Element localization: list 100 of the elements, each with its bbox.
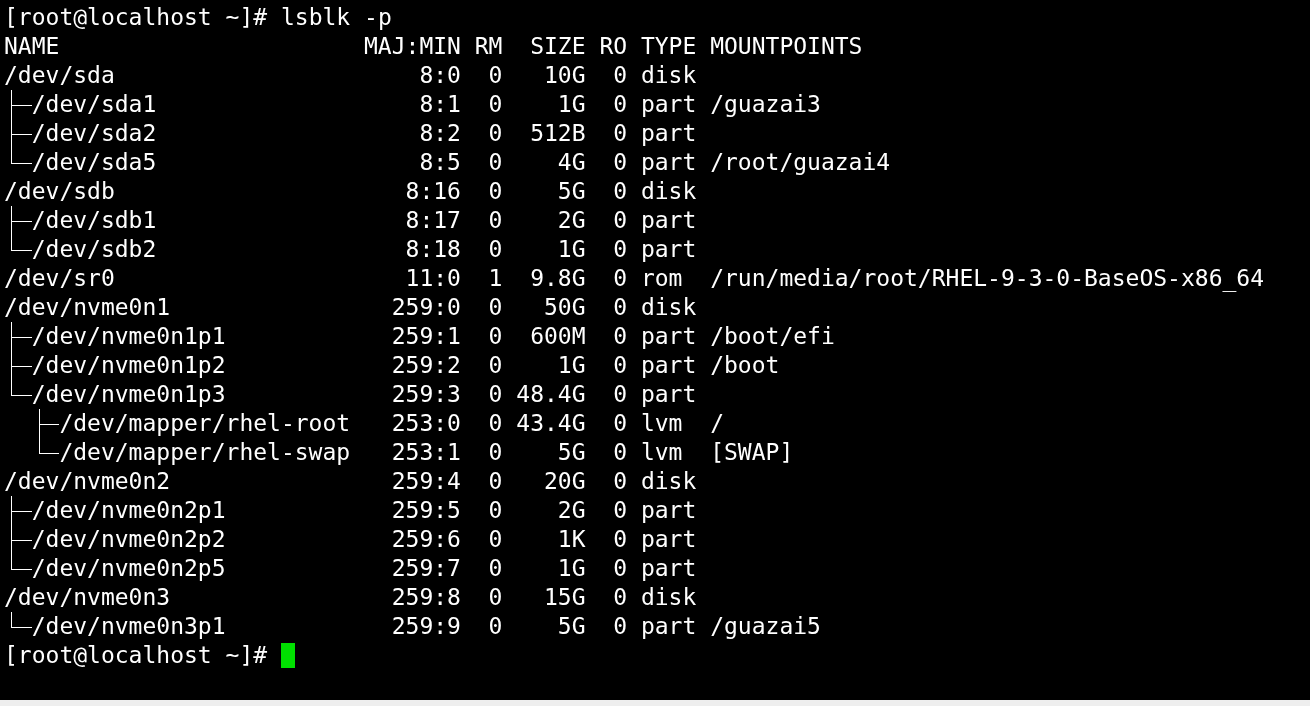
table-cell: 0 bbox=[488, 235, 503, 264]
table-cell: part bbox=[640, 207, 697, 233]
device-name: /dev/sda5 bbox=[31, 148, 157, 177]
device-name: /dev/sdb2 bbox=[31, 235, 157, 264]
table-cell: 0 bbox=[488, 496, 503, 525]
table-cell: 0 bbox=[488, 409, 503, 438]
shell-prompt: [root@localhost ~]# bbox=[4, 3, 268, 32]
command-text: lsblk -p bbox=[280, 3, 392, 32]
table-cell: 600M bbox=[530, 322, 586, 351]
device-name: /dev/sda1 bbox=[31, 90, 157, 119]
table-cell: 0 bbox=[613, 119, 628, 148]
device-name: /dev/sdb bbox=[4, 177, 115, 206]
table-cell: 4G bbox=[557, 148, 586, 177]
table-cell: 259:3 bbox=[391, 380, 461, 409]
table-cell: 0 bbox=[613, 235, 628, 264]
table-cell: part bbox=[640, 236, 697, 262]
device-name: /dev/nvme0n1p1 bbox=[31, 322, 226, 351]
table-cell: 0 bbox=[613, 293, 628, 322]
table-cell: part bbox=[640, 91, 697, 117]
table-cell: 15G bbox=[544, 583, 586, 612]
table-cell: part bbox=[640, 497, 697, 523]
table-cell: 50G bbox=[544, 293, 586, 322]
table-cell: 0 bbox=[488, 525, 503, 554]
column-header: TYPE bbox=[640, 32, 697, 61]
table-cell: lvm bbox=[640, 410, 683, 436]
table-cell: 1G bbox=[557, 235, 586, 264]
table-cell: part bbox=[640, 149, 697, 175]
table-cell: 259:4 bbox=[391, 467, 461, 496]
shell-prompt: [root@localhost ~]# bbox=[4, 641, 268, 670]
table-cell: disk bbox=[640, 62, 697, 88]
table-cell: 259:6 bbox=[391, 525, 461, 554]
table-cell: 259:8 bbox=[391, 583, 461, 612]
table-cell: 0 bbox=[613, 351, 628, 380]
table-cell: part bbox=[640, 613, 697, 639]
table-cell: 512B bbox=[530, 119, 586, 148]
cursor bbox=[280, 643, 295, 668]
table-cell: lvm bbox=[640, 439, 683, 465]
device-name: /dev/nvme0n1 bbox=[4, 293, 171, 322]
device-name: /dev/sda2 bbox=[31, 119, 157, 148]
table-cell: part bbox=[640, 352, 697, 378]
table-cell: 0 bbox=[488, 612, 503, 641]
table-cell: 0 bbox=[613, 206, 628, 235]
column-header: RM bbox=[474, 32, 503, 61]
table-cell: 0 bbox=[488, 351, 503, 380]
device-name: /dev/sdb1 bbox=[31, 206, 157, 235]
table-cell: 0 bbox=[613, 438, 628, 467]
table-cell: part bbox=[640, 381, 697, 407]
column-header: SIZE bbox=[529, 32, 586, 61]
table-cell: [SWAP] bbox=[710, 439, 794, 465]
table-cell: 0 bbox=[488, 90, 503, 119]
table-cell: /boot/efi bbox=[710, 323, 835, 349]
table-cell: 0 bbox=[613, 409, 628, 438]
table-cell: 8:2 bbox=[419, 119, 461, 148]
table-cell: 0 bbox=[488, 438, 503, 467]
table-cell: 5G bbox=[557, 177, 586, 206]
table-cell: part bbox=[640, 555, 697, 581]
table-cell: 5G bbox=[557, 438, 586, 467]
device-name: /dev/mapper/rhel-root bbox=[59, 409, 351, 438]
table-cell: 0 bbox=[613, 90, 628, 119]
device-name: /dev/nvme0n3 bbox=[4, 583, 171, 612]
table-cell: 10G bbox=[544, 61, 586, 90]
table-cell: / bbox=[710, 410, 724, 436]
device-name: /dev/nvme0n1p3 bbox=[31, 380, 226, 409]
table-cell: /guazai5 bbox=[710, 613, 821, 639]
table-cell: 1 bbox=[488, 264, 503, 293]
table-cell: 8:0 bbox=[419, 61, 461, 90]
table-cell: 259:7 bbox=[391, 554, 461, 583]
table-cell: 20G bbox=[544, 467, 586, 496]
table-cell: /guazai3 bbox=[710, 91, 821, 117]
table-cell: 0 bbox=[613, 177, 628, 206]
table-cell: part bbox=[640, 526, 697, 552]
table-cell: 0 bbox=[488, 119, 503, 148]
device-name: /dev/nvme0n2p5 bbox=[31, 554, 226, 583]
table-cell: 8:16 bbox=[405, 177, 461, 206]
table-cell: 0 bbox=[613, 467, 628, 496]
device-name: /dev/mapper/rhel-swap bbox=[59, 438, 351, 467]
table-cell: 0 bbox=[488, 206, 503, 235]
table-cell: 8:17 bbox=[405, 206, 461, 235]
table-cell: 259:5 bbox=[391, 496, 461, 525]
table-cell: 0 bbox=[613, 148, 628, 177]
table-cell: 0 bbox=[488, 148, 503, 177]
table-cell: 2G bbox=[557, 496, 586, 525]
table-cell: 1G bbox=[557, 90, 586, 119]
table-cell: 259:9 bbox=[391, 612, 461, 641]
table-cell: 253:0 bbox=[391, 409, 461, 438]
table-cell: 2G bbox=[557, 206, 586, 235]
table-cell: 0 bbox=[488, 554, 503, 583]
table-cell: 8:1 bbox=[419, 90, 461, 119]
table-cell: /boot bbox=[710, 352, 780, 378]
table-cell: disk bbox=[640, 178, 697, 204]
table-cell: 0 bbox=[613, 554, 628, 583]
table-cell: 0 bbox=[488, 322, 503, 351]
table-cell: 0 bbox=[488, 61, 503, 90]
table-cell: disk bbox=[640, 468, 697, 494]
table-cell: 11:0 bbox=[405, 264, 461, 293]
table-cell: 1G bbox=[557, 554, 586, 583]
table-cell: 1K bbox=[557, 525, 586, 554]
table-cell: 9.8G bbox=[530, 264, 586, 293]
table-cell: part bbox=[640, 120, 697, 146]
table-cell: disk bbox=[640, 294, 697, 320]
